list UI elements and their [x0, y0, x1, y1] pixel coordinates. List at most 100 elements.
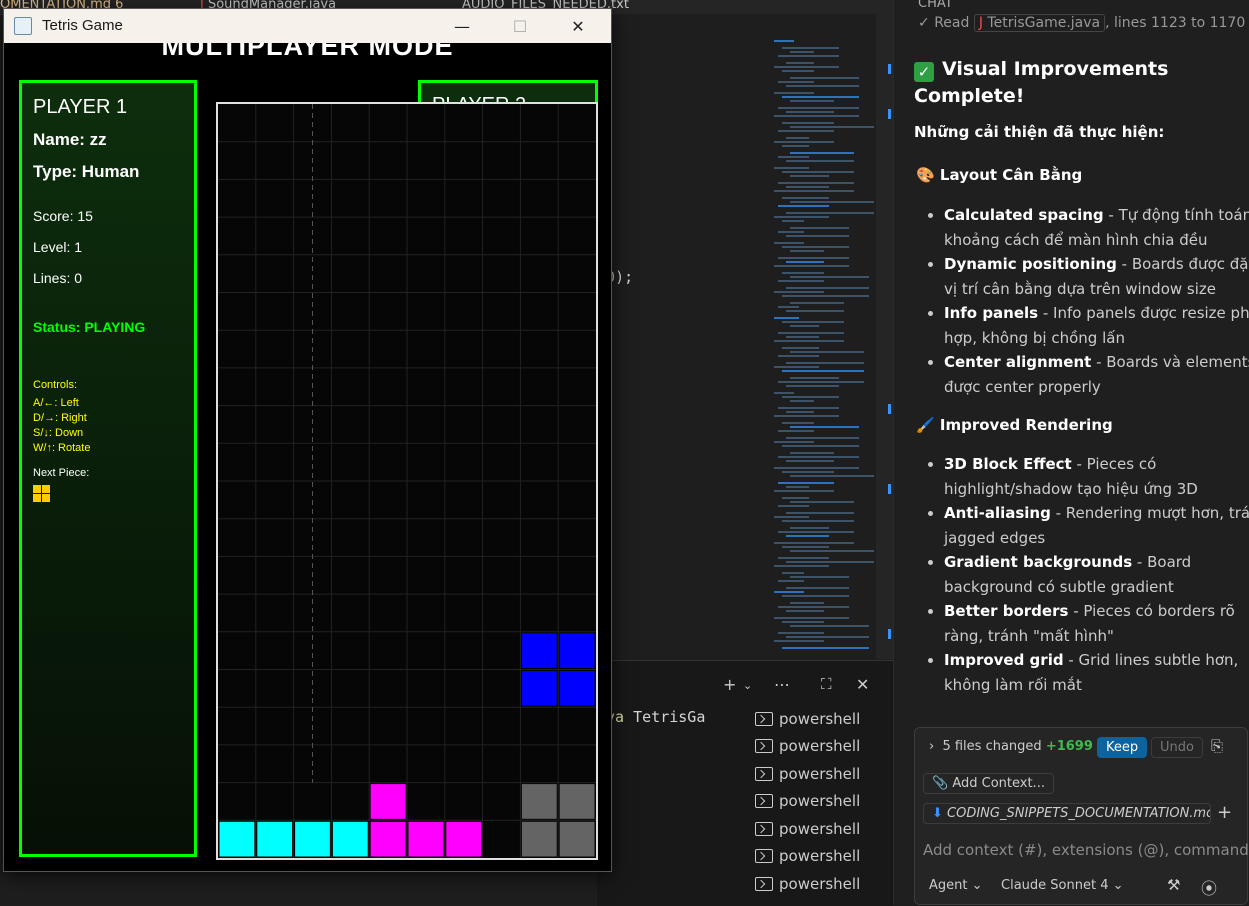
minimap-line	[786, 561, 874, 563]
list-item: 3D Block Effect - Pieces có highlight/sh…	[944, 452, 1249, 501]
minimap-line	[790, 201, 874, 203]
list-item-bold: Info panels	[944, 304, 1039, 322]
minimap-line	[782, 246, 849, 248]
close-button[interactable]: ✕	[549, 9, 607, 43]
minimap-line	[782, 647, 869, 649]
terminal-command: ava TetrisGa	[597, 708, 705, 726]
minimap-line	[774, 392, 794, 394]
terminal-item[interactable]: powershell	[743, 788, 893, 816]
tetris-block	[559, 671, 595, 706]
stop-icon[interactable]: ⦿	[1201, 875, 1217, 899]
model-select[interactable]: Claude Sonnet 4 ⌄	[1001, 878, 1124, 893]
list-item-bold: Center alignment	[944, 353, 1092, 371]
terminal-item[interactable]: powershell	[743, 870, 893, 898]
maximize-icon[interactable]: ⛶	[821, 675, 832, 693]
keep-button[interactable]: Keep	[1097, 737, 1148, 758]
minimap-line	[774, 591, 804, 593]
minimap[interactable]	[768, 40, 876, 660]
files-changed-toggle[interactable]: › 5 files changed +1699	[929, 739, 1093, 754]
check-mark-icon: ✓	[914, 62, 934, 82]
minimap-line	[790, 625, 869, 627]
minimap-line	[778, 531, 854, 533]
tetris-block	[559, 821, 595, 857]
terminal-icon	[755, 711, 773, 726]
minimap-line	[778, 407, 839, 409]
minimap-line	[774, 291, 824, 293]
minimap-line	[774, 216, 829, 218]
file-chip[interactable]: J TetrisGame.java	[973, 14, 1106, 32]
chat-input-area: › 5 files changed +1699 Keep Undo ⎘ 📎 Ad…	[914, 727, 1249, 905]
next-piece-block	[33, 494, 41, 502]
minimap-line	[790, 501, 854, 503]
terminal-item[interactable]: powershell	[743, 705, 893, 733]
tetris-block	[446, 821, 482, 857]
minimap-line	[774, 617, 849, 619]
minimap-line	[790, 51, 814, 53]
minimap-line	[774, 190, 854, 192]
minimap-line	[786, 212, 874, 214]
terminal-rest: TetrisGa	[624, 708, 706, 726]
minimap-line	[782, 497, 809, 499]
list-item: Dynamic positioning - Boards được đặt ở …	[944, 252, 1249, 301]
close-icon[interactable]: ✕	[856, 675, 869, 694]
tetris-block	[295, 821, 330, 857]
terminal-item[interactable]: powershell	[743, 815, 893, 843]
chat-panel: CHAT ✓ Read J TetrisGame.java, lines 112…	[893, 0, 1249, 905]
mode-select[interactable]: Agent ⌄	[929, 878, 983, 893]
list-item-bold: Dynamic positioning	[944, 255, 1117, 273]
minimap-line	[778, 306, 799, 308]
add-icon[interactable]: +	[1217, 802, 1232, 823]
check-icon: ✓	[918, 15, 935, 31]
minimap-line	[786, 287, 869, 289]
maximize-button[interactable]: ☐	[491, 9, 549, 43]
minimap-line	[790, 576, 849, 578]
minimap-line	[778, 280, 824, 282]
list-item: Anti-aliasing - Rendering mượt hơn, trán…	[944, 501, 1249, 550]
minimap-line	[774, 92, 814, 94]
minimap-line	[786, 385, 839, 387]
terminal-item[interactable]: powershell	[743, 843, 893, 871]
view-diff-icon[interactable]: ⎘	[1211, 737, 1223, 755]
chat-input[interactable]: Add context (#), extensions (@), command…	[923, 841, 1249, 859]
minimize-button[interactable]: —	[433, 9, 491, 43]
new-terminal-icon[interactable]: +	[723, 675, 736, 694]
mode-label: Agent	[929, 878, 968, 893]
player1-label: PLAYER 1	[33, 96, 128, 118]
player1-status: Status: PLAYING	[33, 319, 146, 335]
model-label: Claude Sonnet 4	[1001, 878, 1109, 893]
tetris-window: MULTIPLAYER MODE Tetris Game — ☐ ✕ PLAYE…	[3, 8, 612, 872]
chevron-down-icon[interactable]: ⌄	[743, 679, 752, 692]
minimap-line	[774, 40, 794, 42]
minimap-line	[778, 606, 849, 608]
minimap-line	[786, 486, 809, 488]
minimap-line	[778, 107, 859, 109]
next-piece-block	[42, 485, 50, 493]
read-suffix: , lines 1123 to 1170	[1105, 15, 1246, 31]
player1-lines: Lines: 0	[33, 270, 83, 286]
window-titlebar[interactable]: Tetris Game — ☐ ✕	[4, 9, 611, 43]
next-piece-block	[42, 494, 50, 502]
minimap-line	[782, 122, 834, 124]
tetris-board	[216, 102, 598, 860]
terminal-item[interactable]: powershell	[743, 733, 893, 761]
undo-button[interactable]: Undo	[1151, 737, 1203, 758]
minimap-line	[778, 182, 854, 184]
terminal-item[interactable]: powershell	[743, 760, 893, 788]
chat-intro: Những cải thiện đã thực hiện:	[914, 123, 1165, 141]
terminal-label: powershell	[779, 874, 861, 893]
control-down: S/↓: Down	[33, 427, 84, 439]
tools-icon[interactable]: ⚒	[1167, 876, 1180, 894]
more-icon[interactable]: ⋯	[774, 675, 790, 694]
tetris-block	[521, 821, 557, 857]
minimap-line	[786, 160, 854, 162]
editor-scrollbar[interactable]	[876, 14, 893, 659]
add-context-button[interactable]: 📎 Add Context...	[923, 773, 1054, 794]
minimap-line	[778, 381, 864, 383]
chevron-right-icon: ›	[929, 739, 943, 754]
minimap-line	[778, 231, 804, 233]
attached-file-chip[interactable]: ⬇ CODING_SNIPPETS_DOCUMENTATION.md	[923, 803, 1211, 824]
file-chip-label: TetrisGame.java	[987, 15, 1101, 31]
minimap-line	[786, 310, 844, 312]
control-left: A/←: Left	[33, 397, 79, 409]
minimap-line	[778, 55, 839, 57]
